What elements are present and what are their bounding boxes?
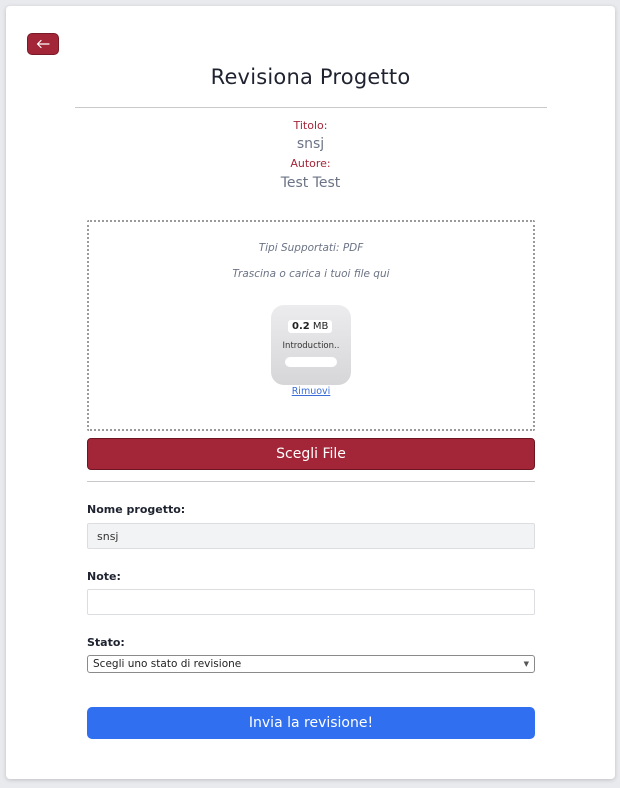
- file-size-unit: MB: [312, 321, 329, 332]
- dropzone-instructions: Trascina o carica i tuoi file qui: [232, 268, 390, 280]
- file-size: 0.2 MB: [288, 320, 333, 333]
- project-name-label: Nome progetto:: [87, 503, 186, 516]
- author-label: Autore:: [290, 157, 331, 170]
- section-divider: [87, 481, 535, 482]
- review-card: Revisiona Progetto Titolo: snsj Autore: …: [6, 6, 615, 779]
- page-title: Revisiona Progetto: [210, 65, 411, 89]
- title-divider: [75, 107, 547, 108]
- back-button[interactable]: [27, 33, 59, 55]
- title-label: Titolo:: [293, 119, 328, 132]
- arrow-left-icon: [36, 39, 50, 49]
- supported-types-text: Tipi Supportati: PDF: [258, 242, 364, 254]
- remove-file-link[interactable]: Rimuovi: [89, 386, 533, 397]
- author-value: Test Test: [280, 175, 341, 191]
- notes-input[interactable]: [87, 589, 535, 615]
- file-size-value: 0.2: [292, 321, 310, 332]
- title-value: snsj: [296, 136, 325, 152]
- notes-label: Note:: [87, 570, 121, 583]
- file-name: Introduction..: [282, 341, 340, 351]
- file-dropzone[interactable]: Tipi Supportati: PDF Trascina o carica i…: [87, 220, 535, 431]
- state-select[interactable]: Scegli uno stato di revisione ▼: [87, 655, 535, 673]
- submit-review-button[interactable]: Invia la revisione!: [87, 707, 535, 739]
- state-select-value: Scegli uno stato di revisione: [93, 658, 242, 670]
- file-progress-bar: [285, 357, 337, 367]
- chevron-down-icon: ▼: [523, 660, 529, 668]
- state-label: Stato:: [87, 636, 125, 649]
- choose-file-button[interactable]: Scegli File: [87, 438, 535, 470]
- file-preview: 0.2 MB Introduction..: [271, 305, 351, 385]
- project-name-input[interactable]: snsj: [87, 523, 535, 549]
